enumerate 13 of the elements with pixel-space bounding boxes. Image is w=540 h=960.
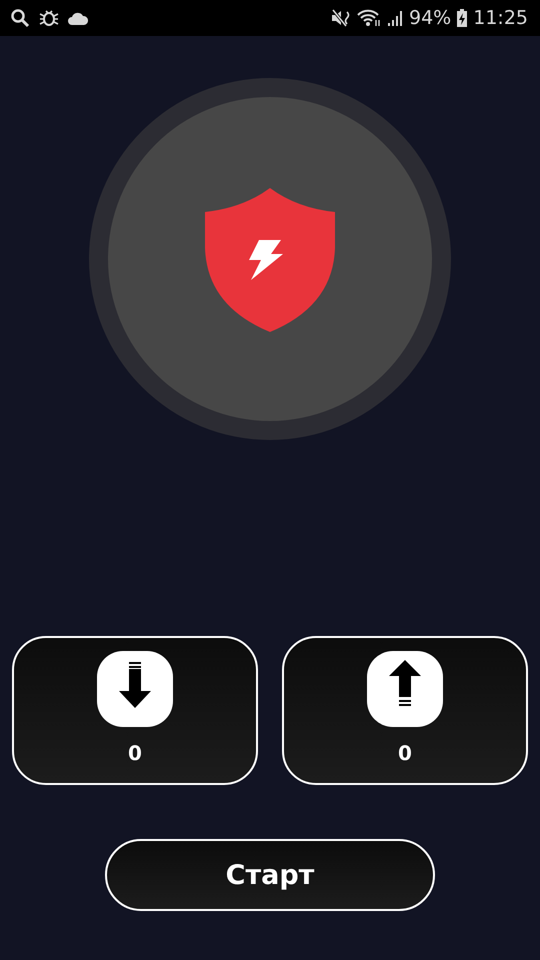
battery-charging-icon	[457, 9, 468, 27]
bug-icon	[38, 8, 60, 28]
download-count: 0	[128, 741, 142, 765]
signal-icon	[387, 9, 403, 27]
wifi-icon	[357, 9, 381, 27]
search-icon	[10, 8, 30, 28]
shield-icon	[203, 186, 337, 332]
mute-icon	[331, 9, 351, 27]
battery-percent: 94%	[409, 7, 452, 29]
upload-count: 0	[398, 741, 412, 765]
start-button[interactable]: Старт	[105, 839, 435, 911]
cloud-icon	[68, 12, 88, 24]
clock-time: 11:25	[473, 7, 528, 29]
